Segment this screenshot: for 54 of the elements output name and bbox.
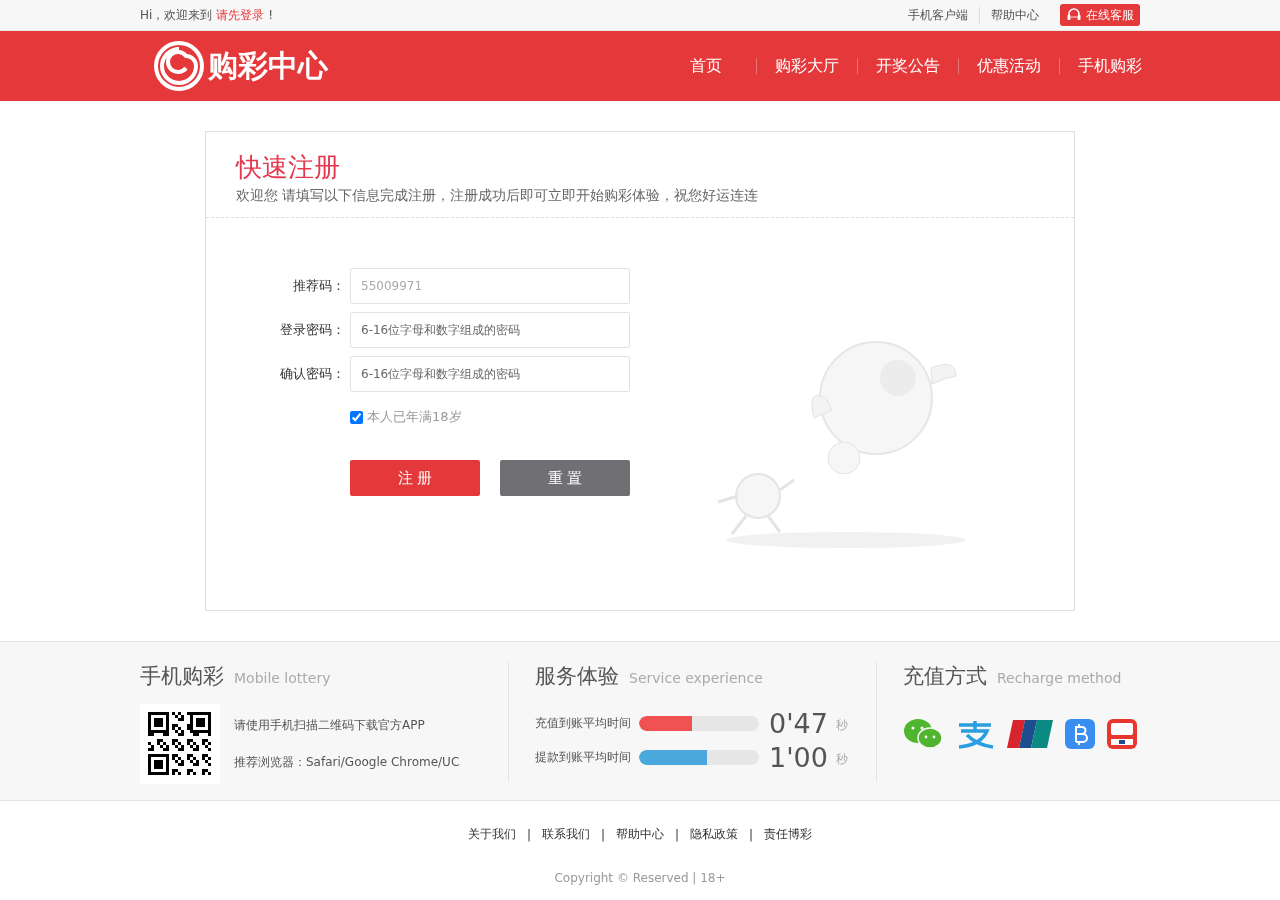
footer-link[interactable]: 关于我们 xyxy=(467,826,516,843)
headset-icon xyxy=(1066,7,1082,23)
metric-value: 0'47 xyxy=(769,707,828,739)
metric-unit: 秒 xyxy=(835,717,848,734)
field-label: 确认密码： xyxy=(279,365,345,383)
login-link[interactable]: 请先登录 xyxy=(216,6,265,24)
top-link[interactable]: 帮助中心 xyxy=(979,6,1050,24)
download-note: 请使用手机扫描二维码下载官方APP xyxy=(234,717,426,734)
footer-link[interactable]: 责任博彩 xyxy=(764,826,813,843)
nav-item[interactable]: 优惠活动 xyxy=(958,58,1059,74)
top-link[interactable]: 手机客户端 xyxy=(897,6,979,24)
metric-unit: 秒 xyxy=(835,751,848,768)
nav-item[interactable]: 购彩大厅 xyxy=(756,58,857,74)
nav-item[interactable]: 首页 xyxy=(656,58,756,74)
footer-link[interactable]: 帮助中心 xyxy=(616,826,664,843)
form-subtitle: 欢迎您 请填写以下信息完成注册，注册成功后即可立即开始购彩体验，祝您好运连连 xyxy=(236,187,760,205)
reset-button[interactable]: 重 置 xyxy=(500,460,630,496)
link-separator: | xyxy=(600,827,605,842)
age-check-label: 本人已年满18岁 xyxy=(367,408,462,426)
section-title: 充值方式 xyxy=(903,663,987,690)
field-label: 推荐码： xyxy=(292,277,345,295)
swirl-logo-icon xyxy=(154,41,204,91)
payment-app-icon xyxy=(1107,719,1137,749)
section-title: 服务体验 xyxy=(535,663,619,690)
input-field[interactable]: 55009971 xyxy=(350,268,630,304)
bitcoin-icon xyxy=(1065,719,1095,749)
input-field[interactable]: 6-16位字母和数字组成的密码 xyxy=(350,356,630,392)
footer-link[interactable]: 隐私政策 xyxy=(690,826,739,843)
section-subtitle: Recharge method xyxy=(997,670,1122,686)
logo-text: 购彩中心 xyxy=(208,46,328,85)
link-separator: | xyxy=(749,827,754,842)
metric-label: 提款到账平均时间 xyxy=(535,748,631,766)
download-note: 推荐浏览器：Safari/Google Chrome/UC xyxy=(234,754,460,771)
footer-link[interactable]: 联系我们 xyxy=(541,826,590,843)
metric-label: 充值到账平均时间 xyxy=(535,714,631,732)
section-subtitle: Mobile lottery xyxy=(234,670,331,686)
nav-item[interactable]: 手机购彩 xyxy=(1059,58,1160,74)
online-service-button[interactable]: 在线客服 xyxy=(1060,4,1140,26)
form-title: 快速注册 xyxy=(236,151,341,184)
copyright-text: Copyright © Reserved | 18+ xyxy=(553,871,727,885)
input-field[interactable]: 6-16位字母和数字组成的密码 xyxy=(350,312,630,348)
submit-button[interactable]: 注 册 xyxy=(350,460,480,496)
greeting-text: Hi，欢迎来到 xyxy=(140,6,213,24)
chat-bubbles-icon xyxy=(903,718,943,750)
exclamation-text: ! xyxy=(268,8,274,22)
link-separator: | xyxy=(526,827,531,842)
metric-value: 1'00 xyxy=(769,741,828,773)
section-title: 手机购彩 xyxy=(140,663,224,690)
age-checkbox[interactable] xyxy=(350,410,363,424)
nav-item[interactable]: 开奖公告 xyxy=(857,58,958,74)
link-separator: | xyxy=(675,827,680,842)
section-subtitle: Service experience xyxy=(629,670,763,686)
bank-card-icon xyxy=(1007,720,1053,748)
field-label: 登录密码： xyxy=(279,321,345,339)
